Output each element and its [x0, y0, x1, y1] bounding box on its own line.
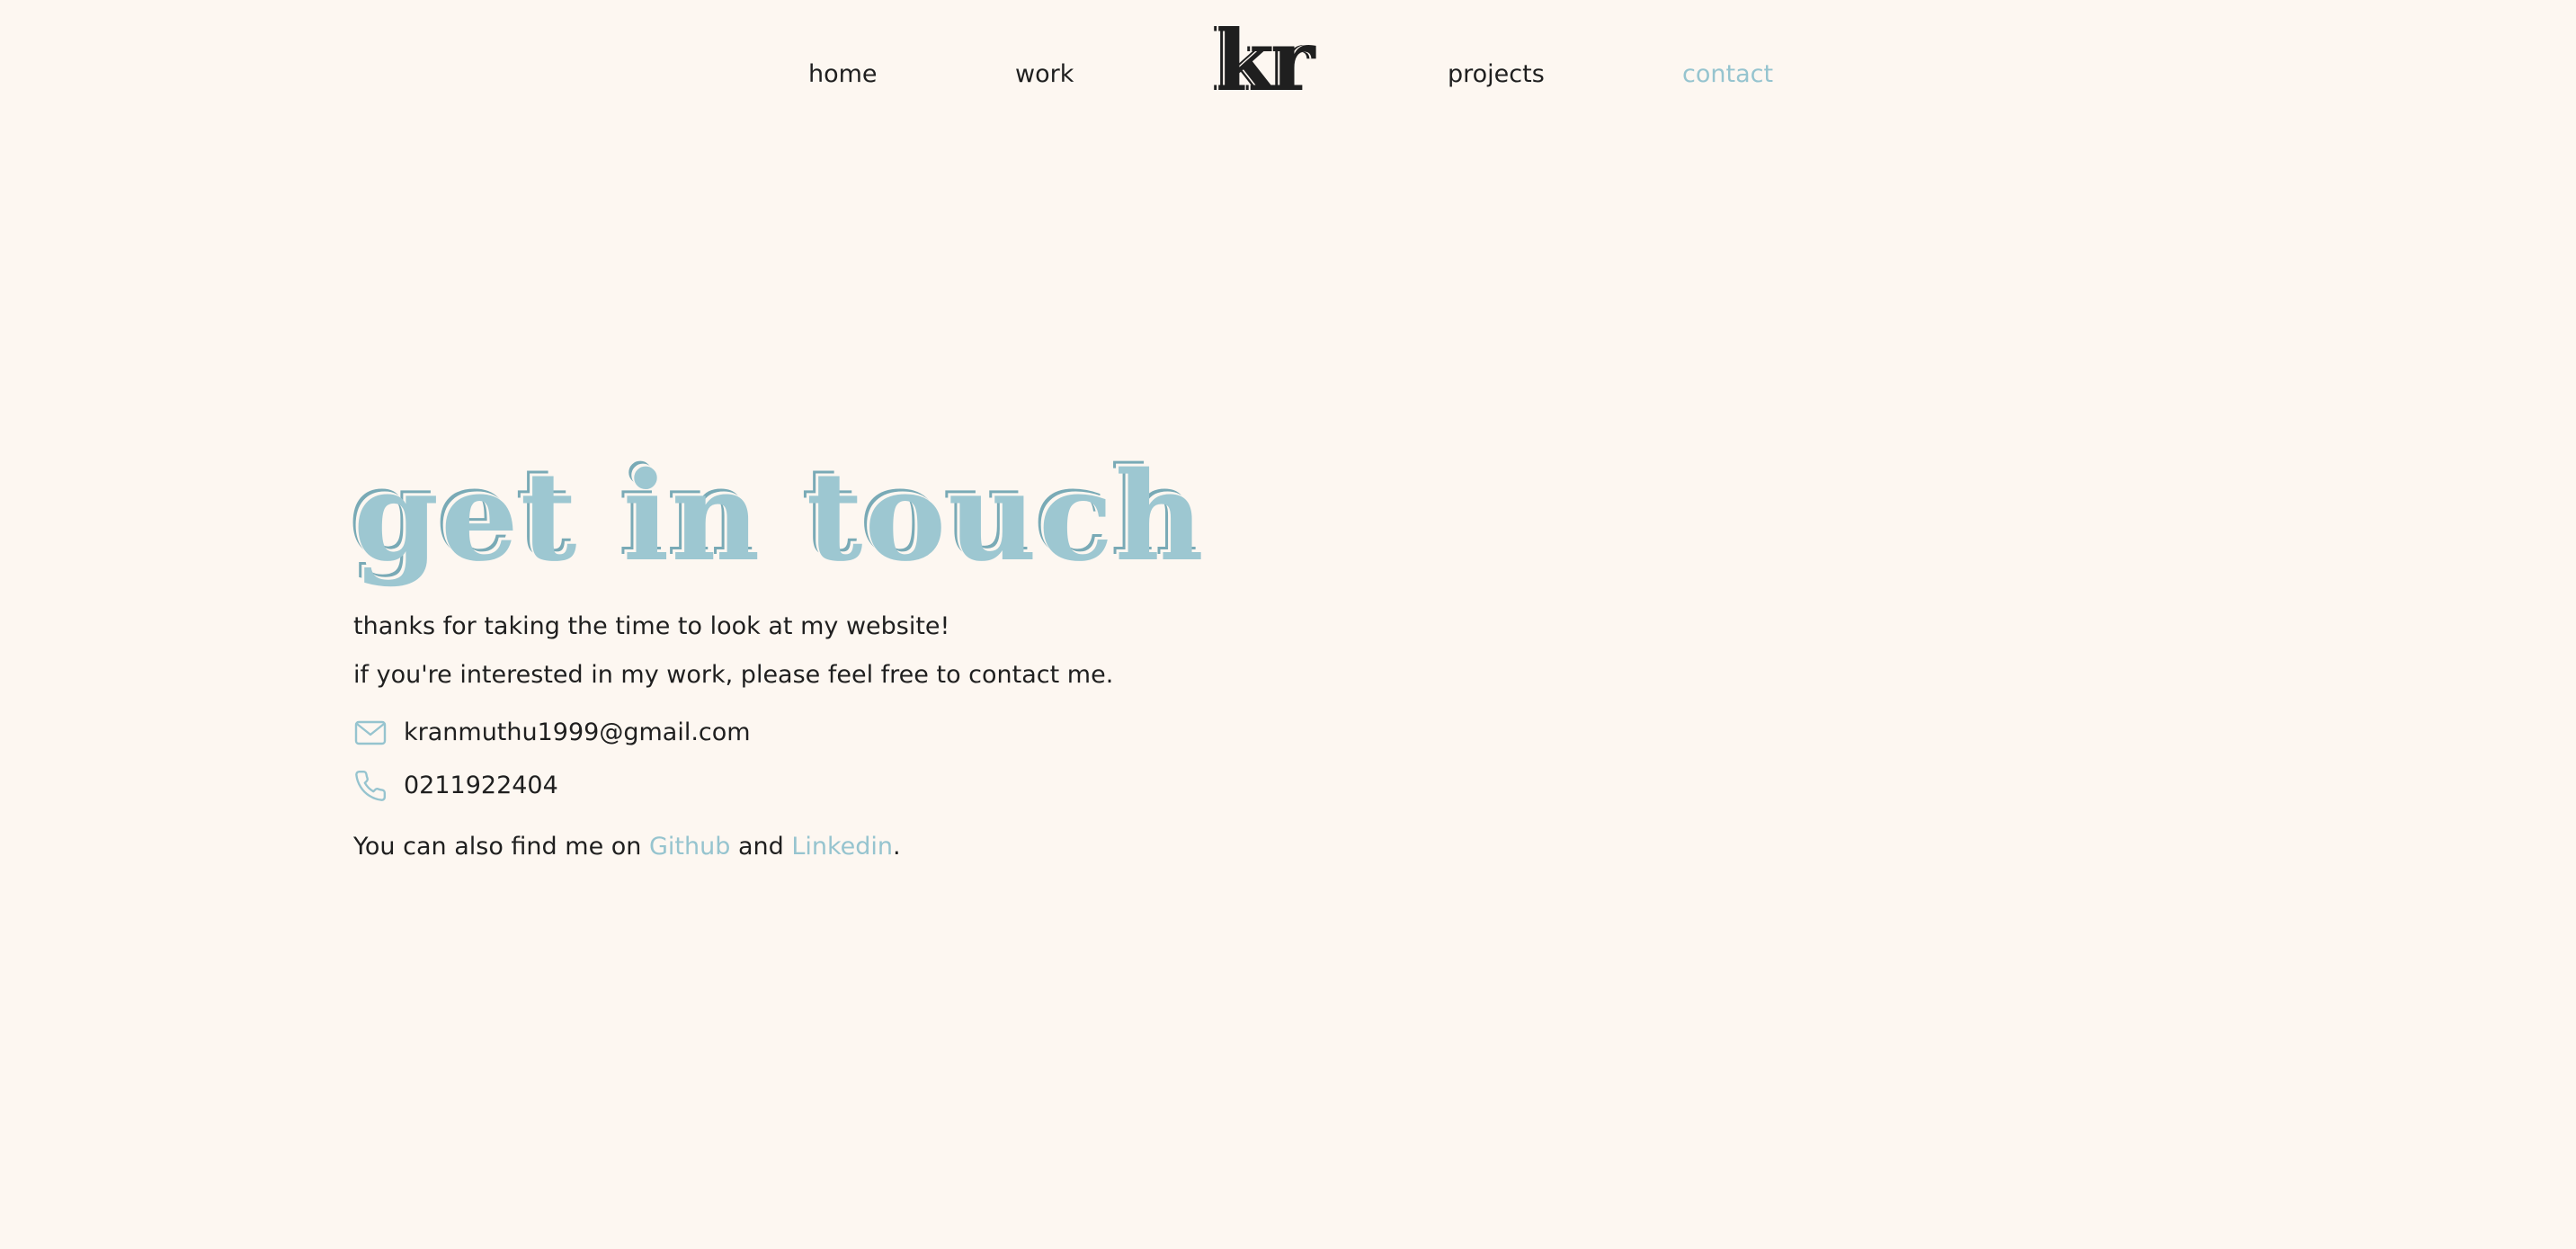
nav-link-projects[interactable]: projects	[1448, 59, 1545, 90]
top-navigation: home work kr projects contact	[0, 0, 2576, 153]
invitation-text: if you're interested in my work, please …	[353, 661, 1114, 689]
social-links-text: You can also find me on Github and Linke…	[353, 832, 901, 862]
linkedin-link[interactable]: Linkedin	[791, 833, 893, 861]
phone-icon	[353, 769, 388, 803]
email-row: kranmuthu1999@gmail.com	[353, 715, 751, 751]
email-link[interactable]: kranmuthu1999@gmail.com	[404, 718, 751, 748]
thanks-text: thanks for taking the time to look at my…	[353, 612, 950, 640]
nav-link-contact[interactable]: contact	[1682, 59, 1773, 90]
nav-link-work[interactable]: work	[1015, 59, 1074, 90]
site-logo[interactable]: kr	[1216, 16, 1315, 106]
github-link[interactable]: Github	[649, 833, 730, 861]
page-title: get in touch	[353, 445, 1206, 589]
social-prefix: You can also find me on	[353, 833, 649, 861]
social-suffix: .	[893, 833, 901, 861]
social-joiner: and	[730, 833, 792, 861]
envelope-icon	[353, 716, 388, 750]
phone-row: 0211922404	[353, 768, 558, 804]
nav-link-home[interactable]: home	[808, 59, 878, 90]
phone-link[interactable]: 0211922404	[404, 771, 558, 801]
